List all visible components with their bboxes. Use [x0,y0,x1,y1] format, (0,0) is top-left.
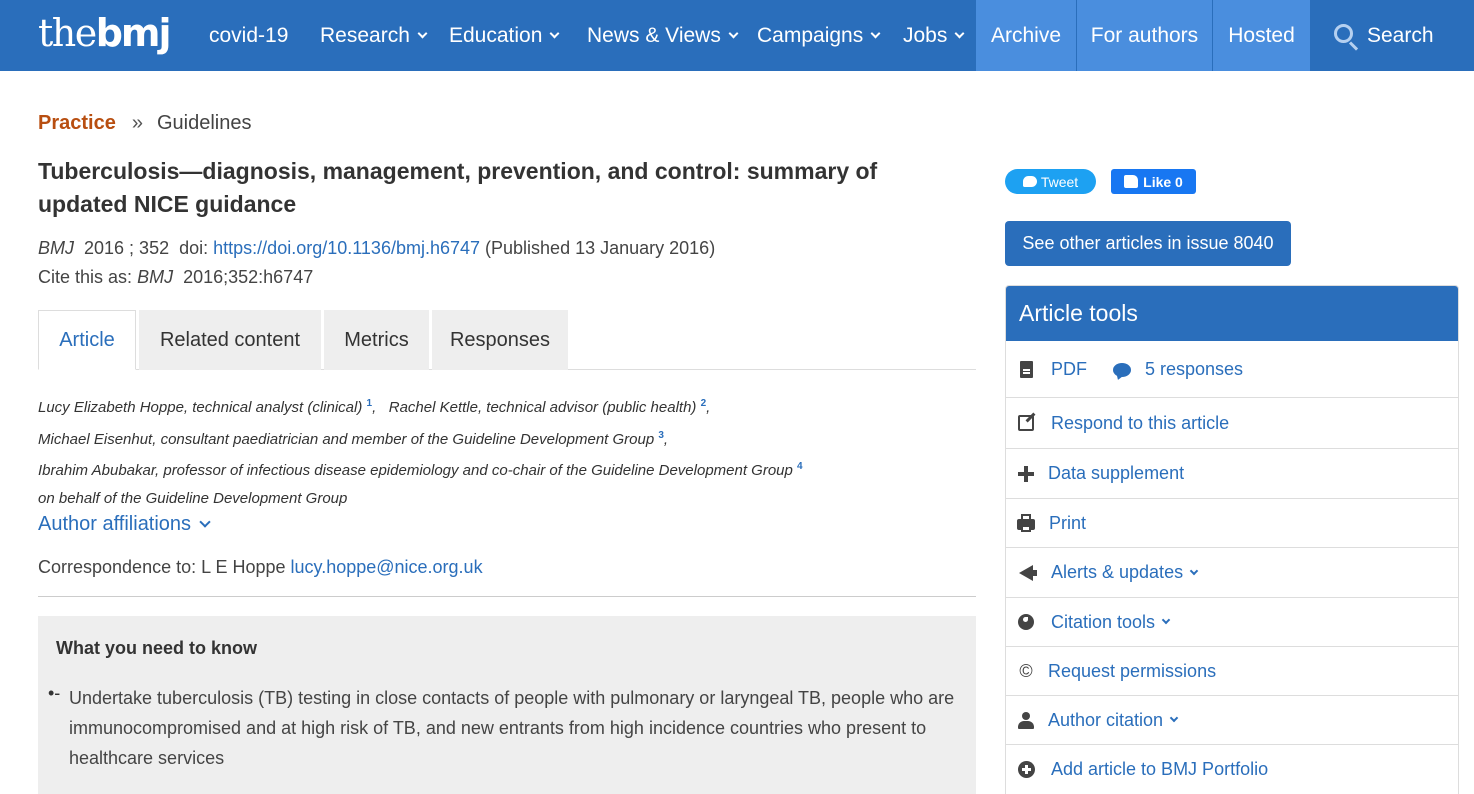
chevron-down-icon [954,28,965,38]
article-tools-heading: Article tools [1006,286,1458,341]
nav-archive[interactable]: Archive [976,0,1076,71]
chevron-down-icon [728,28,739,38]
correspondence-email-link[interactable]: lucy.hoppe@nice.org.uk [291,557,483,577]
box-heading: What you need to know [56,638,257,658]
user-icon [1017,711,1035,729]
see-other-articles-button[interactable]: See other articles in issue 8040 [1005,221,1291,266]
comment-icon [1113,361,1131,379]
author-name[interactable]: Ibrahim Abubakar, professor of infectiou… [38,462,793,479]
author-name[interactable]: Lucy Elizabeth Hoppe, technical analyst … [38,399,362,416]
tool-print[interactable]: Print [1006,499,1458,548]
divider [38,596,976,597]
tab-article[interactable]: Article [38,310,136,370]
tool-alerts-updates[interactable]: Alerts & updates [1006,548,1458,598]
tool-request-permissions[interactable]: © Request permissions [1006,647,1458,696]
twitter-icon [1022,176,1037,187]
chevron-down-icon [199,516,211,528]
affiliation-ref[interactable]: 3 [658,430,664,441]
on-behalf-text: on behalf of the Guideline Development G… [38,489,348,507]
tool-respond[interactable]: Respond to this article [1006,398,1458,449]
author-name[interactable]: Rachel Kettle, technical advisor (public… [389,399,697,416]
chevron-down-icon [1161,615,1171,625]
top-navigation: thebmj covid-19 Research Education News … [0,0,1474,71]
correspondence: Correspondence to: L E Hoppe lucy.hoppe@… [38,557,483,577]
breadcrumb-practice[interactable]: Practice [38,112,116,134]
what-you-need-to-know-box: What you need to know •- Undertake tuber… [38,616,976,794]
nav-covid19[interactable]: covid-19 [209,0,288,71]
plus-circle-icon [1017,761,1035,779]
nav-for-authors[interactable]: For authors [1077,0,1212,71]
author-affiliations-toggle[interactable]: Author affiliations [38,513,211,536]
search-icon [1333,23,1359,51]
author-name[interactable]: Michael Eisenhut, consultant paediatrici… [38,431,654,448]
print-icon [1017,513,1035,532]
chevron-down-icon [417,28,428,38]
article-tools-panel: Article tools PDF 5 responses Respond to… [1005,285,1459,794]
tools-pdf-responses-row: PDF 5 responses [1006,342,1458,398]
facebook-like-button[interactable]: Like 0 [1111,169,1196,194]
responses-link[interactable]: 5 responses [1145,359,1243,380]
chevron-down-icon [870,28,881,38]
chevron-down-icon [1169,713,1179,723]
plus-icon [1017,465,1035,483]
bmj-logo[interactable]: thebmj [38,10,172,56]
cite-as-line: Cite this as: BMJ 2016;352:h6747 [38,267,314,287]
pdf-link[interactable]: PDF [1051,359,1087,380]
chevron-down-icon [1189,566,1199,575]
copyright-icon: © [1019,660,1033,681]
tweet-button[interactable]: Tweet [1005,169,1096,194]
tab-related-content[interactable]: Related content [139,310,321,370]
pdf-icon [1017,361,1035,379]
thumbs-up-icon [1124,175,1139,188]
author-list: Lucy Elizabeth Hoppe, technical analyst … [38,398,803,507]
megaphone-icon [1017,564,1037,582]
citation-line: BMJ 2016 ; 352 doi: https://doi.org/10.1… [38,238,716,258]
breadcrumb-guidelines[interactable]: Guidelines [157,112,252,134]
tool-data-supplement[interactable]: Data supplement [1006,449,1458,499]
chevron-down-icon [549,28,560,38]
nav-research[interactable]: Research [320,0,428,71]
box-item: Undertake tuberculosis (TB) testing in c… [69,688,955,768]
breadcrumb-separator: » [131,112,143,134]
nav-campaigns[interactable]: Campaigns [757,0,881,71]
tab-metrics[interactable]: Metrics [324,310,429,370]
tab-responses[interactable]: Responses [432,310,568,370]
nav-jobs[interactable]: Jobs [903,0,965,71]
doi-link[interactable]: https://doi.org/10.1136/bmj.h6747 [213,238,480,258]
edit-icon [1017,414,1035,432]
breadcrumb: Practice » Guidelines [38,112,251,135]
nav-news-views[interactable]: News & Views [587,0,739,71]
tool-citation-tools[interactable]: Citation tools [1006,598,1458,647]
globe-icon [1017,613,1035,631]
article-title: Tuberculosis—diagnosis, management, prev… [38,158,878,217]
tool-add-to-portfolio[interactable]: Add article to BMJ Portfolio [1006,745,1458,794]
affiliation-ref[interactable]: 2 [701,398,707,409]
nav-hosted[interactable]: Hosted [1213,0,1310,71]
affiliation-ref[interactable]: 1 [367,398,373,409]
bullet-marker: •- [48,683,61,703]
nav-search[interactable]: Search [1333,0,1434,71]
nav-education[interactable]: Education [449,0,560,71]
affiliation-ref[interactable]: 4 [797,461,803,472]
tool-author-citation[interactable]: Author citation [1006,696,1458,745]
